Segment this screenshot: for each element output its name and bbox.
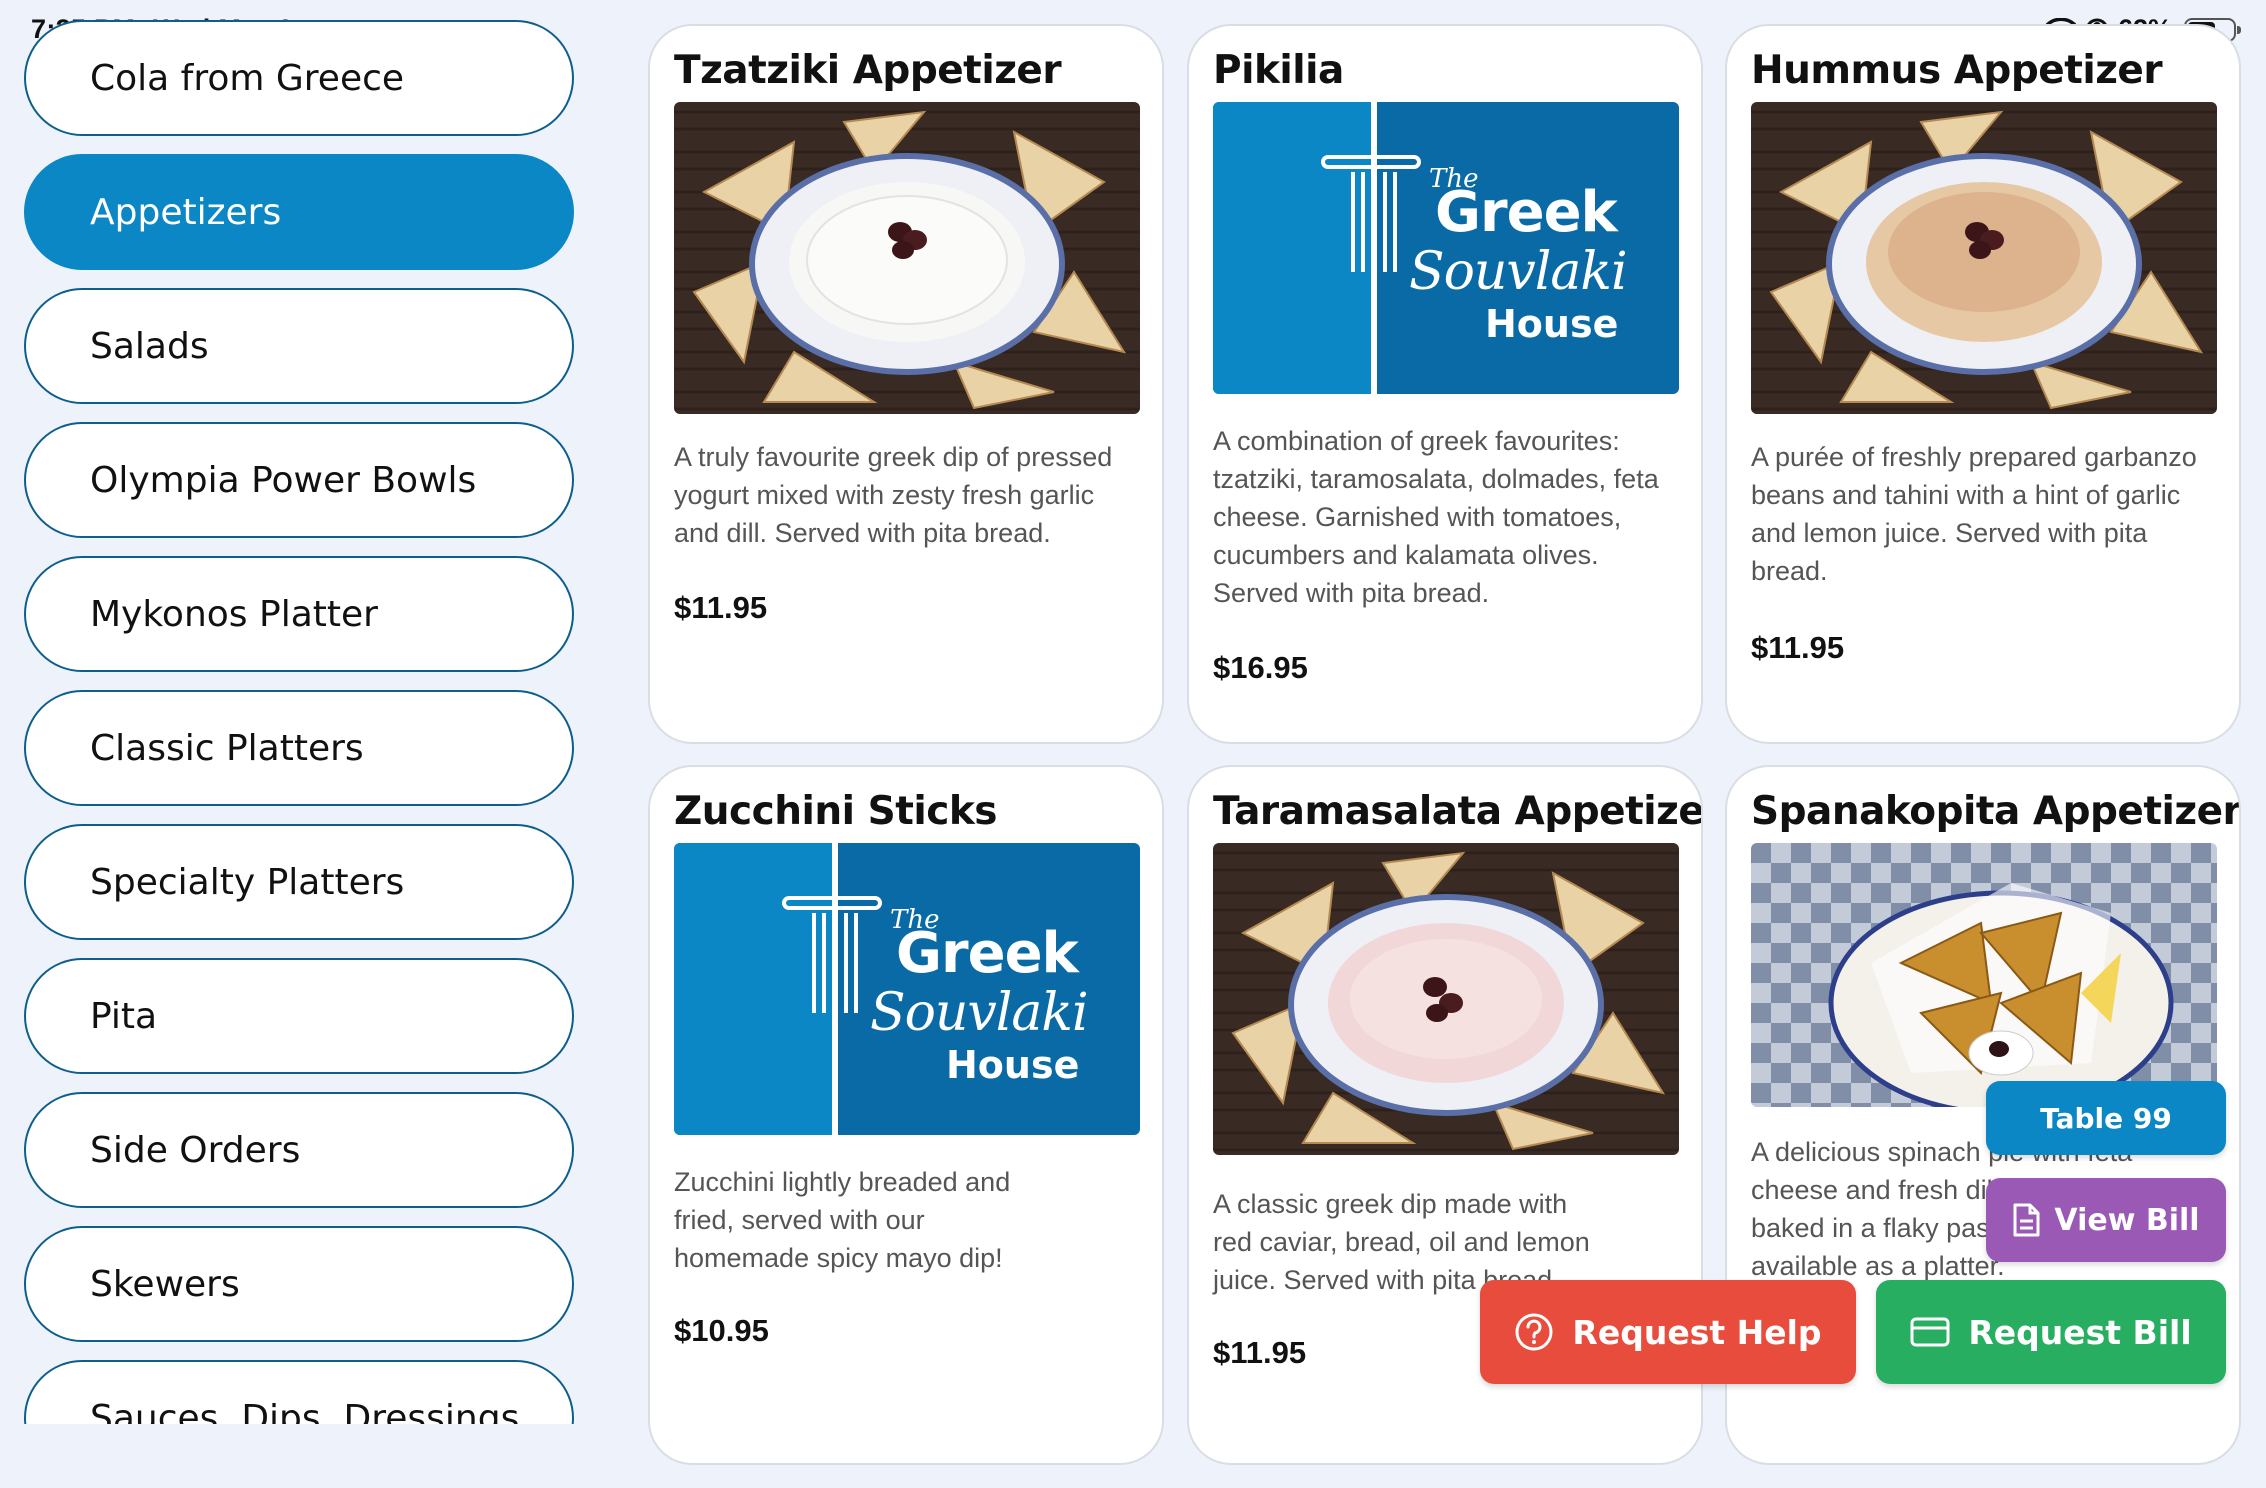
item-title: Zucchini Sticks xyxy=(674,789,998,834)
category-classic-platters[interactable]: Classic Platters xyxy=(24,690,574,806)
category-appetizers[interactable]: Appetizers xyxy=(24,154,574,270)
tzatziki-dip-photo xyxy=(674,102,1140,414)
request-bill-label: Request Bill xyxy=(1968,1312,2192,1352)
item-description: A combination of greek favourites: tzatz… xyxy=(1213,426,1659,608)
category-cola-from-greece[interactable]: Cola from Greece xyxy=(24,20,574,136)
category-salads[interactable]: Salads xyxy=(24,288,574,404)
menu-item-card[interactable]: Pikilia The Greek Souvlaki House A combi… xyxy=(1187,24,1703,744)
category-specialty-platters[interactable]: Specialty Platters xyxy=(24,824,574,940)
logo-text-house: House xyxy=(946,1043,1080,1087)
category-sidebar: Cola from Greece Appetizers Salads Olymp… xyxy=(22,0,576,1424)
view-bill-label: View Bill xyxy=(2054,1202,2200,1238)
category-label: Specialty Platters xyxy=(90,861,405,903)
category-label: Side Orders xyxy=(90,1129,301,1171)
document-icon xyxy=(2013,1203,2040,1237)
menu-item-card[interactable]: Zucchini Sticks The Greek Souvlaki House… xyxy=(648,765,1164,1465)
category-pita[interactable]: Pita xyxy=(24,958,574,1074)
greek-souvlaki-house-logo: The Greek Souvlaki House xyxy=(1213,102,1679,394)
category-olympia-power-bowls[interactable]: Olympia Power Bowls xyxy=(24,422,574,538)
item-price: $11.95 xyxy=(674,590,768,625)
category-label: Classic Platters xyxy=(90,727,364,769)
logo-text-greek: Greek xyxy=(1435,180,1618,245)
category-label: Appetizers xyxy=(90,191,282,233)
request-bill-button[interactable]: Request Bill xyxy=(1876,1280,2226,1384)
request-help-button[interactable]: Request Help xyxy=(1480,1280,1856,1384)
category-label: Sauces, Dips, Dressings xyxy=(90,1397,520,1425)
item-description: A purée of freshly prepared garbanzo bea… xyxy=(1751,442,2197,586)
help-circle-icon xyxy=(1515,1313,1553,1351)
logo-text-greek: Greek xyxy=(896,921,1079,986)
category-label: Olympia Power Bowls xyxy=(90,459,477,501)
item-title: Hummus Appetizer xyxy=(1751,48,2163,93)
item-title: Tzatziki Appetizer xyxy=(674,48,1062,93)
table-number-button[interactable]: Table 99 xyxy=(1986,1081,2226,1155)
category-mykonos-platter[interactable]: Mykonos Platter xyxy=(24,556,574,672)
item-title: Taramasalata Appetizer xyxy=(1213,789,1703,834)
category-label: Pita xyxy=(90,995,158,1037)
item-title: Pikilia xyxy=(1213,48,1344,93)
item-description: Zucchini lightly breaded and fried, serv… xyxy=(674,1167,1011,1273)
item-price: $11.95 xyxy=(1751,630,1845,665)
category-label: Salads xyxy=(90,325,209,367)
item-title: Spanakopita Appetizer xyxy=(1751,789,2241,834)
logo-text-souvlaki: Souvlaki xyxy=(1409,242,1628,302)
taramasalata-dip-photo xyxy=(1213,843,1679,1155)
item-price: $10.95 xyxy=(674,1313,769,1348)
credit-card-icon xyxy=(1910,1317,1950,1347)
category-sauces-dips-dressings[interactable]: Sauces, Dips, Dressings xyxy=(24,1360,574,1424)
category-side-orders[interactable]: Side Orders xyxy=(24,1092,574,1208)
logo-text-souvlaki: Souvlaki xyxy=(870,983,1089,1043)
table-label: Table 99 xyxy=(2040,1101,2172,1135)
item-price: $11.95 xyxy=(1213,1335,1307,1370)
category-label: Cola from Greece xyxy=(90,57,405,99)
view-bill-button[interactable]: View Bill xyxy=(1986,1178,2226,1262)
spanakopita-photo xyxy=(1751,843,2217,1107)
item-price: $16.95 xyxy=(1213,650,1308,685)
menu-item-card[interactable]: Hummus Appetizer A purée of freshly prep… xyxy=(1725,24,2241,744)
hummus-dip-photo xyxy=(1751,102,2217,414)
item-description: A truly favourite greek dip of pressed y… xyxy=(674,442,1113,548)
logo-text-house: House xyxy=(1485,302,1619,346)
greek-souvlaki-house-logo: The Greek Souvlaki House xyxy=(674,843,1140,1135)
menu-item-card[interactable]: Tzatziki Appetizer A truly favourite gre… xyxy=(648,24,1164,744)
category-label: Skewers xyxy=(90,1263,240,1305)
request-help-label: Request Help xyxy=(1572,1312,1822,1352)
category-label: Mykonos Platter xyxy=(90,593,378,635)
category-skewers[interactable]: Skewers xyxy=(24,1226,574,1342)
